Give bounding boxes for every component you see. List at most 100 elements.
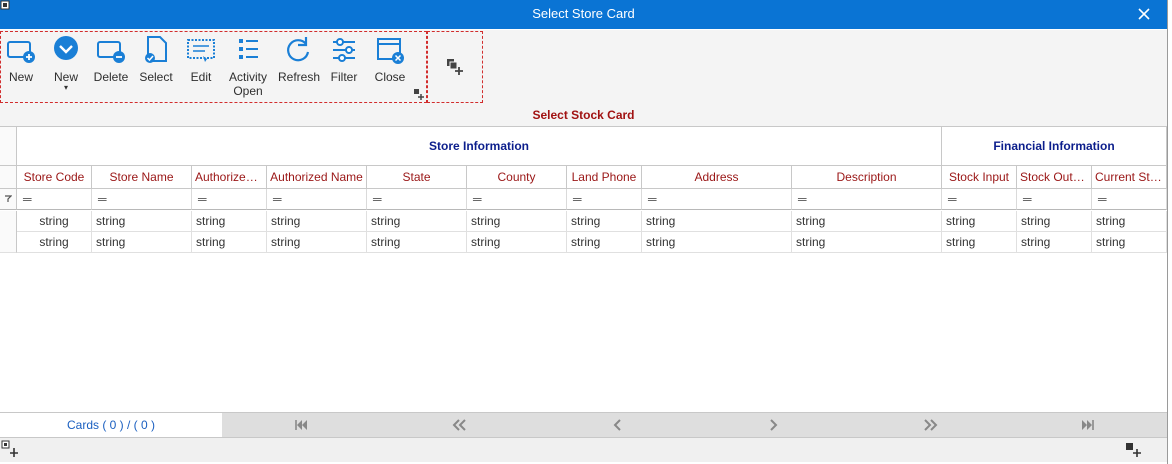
customize-icon[interactable] (413, 88, 425, 100)
grid-cell[interactable]: string (642, 211, 792, 232)
filter-button[interactable]: Filter (327, 34, 361, 84)
grid-cell[interactable]: string (1017, 232, 1092, 253)
grid-cell[interactable]: string (942, 211, 1017, 232)
filter-cell-land-phone[interactable]: ═ (567, 189, 642, 210)
window-title: Select Store Card (532, 6, 635, 21)
toolbar: New New ▾ Delete Select Edit Activity Op… (0, 30, 1167, 105)
column-header-land-phone[interactable]: Land Phone (567, 166, 642, 189)
grid-cell[interactable]: string (367, 232, 467, 253)
activity-open-label: Activity Open (228, 70, 267, 98)
first-record-icon[interactable] (293, 417, 309, 433)
grid-cell[interactable]: string (467, 211, 567, 232)
edit-button-label: Edit (190, 70, 212, 84)
grid-cell[interactable]: string (367, 211, 467, 232)
filter-cell-stock-output[interactable]: ═ (1017, 189, 1092, 210)
delete-button-label: Delete (93, 70, 129, 84)
grid-cell[interactable]: string (792, 232, 942, 253)
band-financial-information: Financial Information (942, 127, 1167, 166)
new-dropdown-button[interactable]: New ▾ (48, 34, 84, 92)
grid-cell[interactable]: string (92, 232, 192, 253)
add-group-icon[interactable] (446, 58, 464, 76)
select-button[interactable]: Select (138, 34, 174, 84)
grid-cell[interactable]: string (792, 211, 942, 232)
footer-navigator: Cards ( 0 ) / ( 0 ) (0, 412, 1167, 437)
column-header-stock-output[interactable]: Stock Output (1017, 166, 1092, 189)
next-record-icon[interactable] (766, 417, 782, 433)
select-button-label: Select (139, 70, 173, 84)
grid-cell[interactable]: string (942, 232, 1017, 253)
refresh-button[interactable]: Refresh (278, 34, 321, 84)
grid-cell[interactable]: string (567, 211, 642, 232)
grid-cell[interactable]: string (267, 211, 367, 232)
grid-cell[interactable]: string (192, 211, 267, 232)
layout-icon[interactable] (1, 440, 19, 458)
grid-cell[interactable]: string (467, 232, 567, 253)
column-header-store-code[interactable]: Store Code (17, 166, 92, 189)
grid-cell[interactable]: string (17, 211, 92, 232)
column-header-address[interactable]: Address (642, 166, 792, 189)
previous-page-icon[interactable] (451, 417, 467, 433)
column-header-authorized-name[interactable]: Authorized Name (267, 166, 367, 189)
column-header-state[interactable]: State (367, 166, 467, 189)
edit-screen-icon (187, 39, 215, 62)
filter-cell-description[interactable]: ═ (792, 189, 942, 210)
new-card-icon (7, 41, 35, 63)
window-right-edge (1167, 0, 1172, 464)
close-button-label: Close (374, 70, 406, 84)
new-dropdown-label: New (53, 70, 78, 84)
band-indicator (0, 127, 17, 166)
grid-cell[interactable]: string (1092, 232, 1167, 253)
delete-card-icon (97, 41, 125, 63)
filter-button-label: Filter (330, 70, 358, 84)
grid-cell[interactable]: string (17, 232, 92, 253)
refresh-button-label: Refresh (278, 70, 321, 84)
grid-cell[interactable]: string (1017, 211, 1092, 232)
previous-record-icon[interactable] (609, 417, 625, 433)
filter-cell-address[interactable]: ═ (642, 189, 792, 210)
grid-cell[interactable]: string (192, 232, 267, 253)
column-header-description[interactable]: Description (792, 166, 942, 189)
header-indicator (0, 166, 17, 189)
close-button[interactable]: Close (372, 34, 408, 84)
column-header-current-stock[interactable]: Current Stock (1092, 166, 1167, 189)
filter-cell-authorized-name[interactable]: ═ (267, 189, 367, 210)
column-header-authorized[interactable]: Authorized ... (192, 166, 267, 189)
select-doc-icon (145, 36, 167, 63)
new-button-label: New (8, 70, 33, 84)
filter-cell-stock-input[interactable]: ═ (942, 189, 1017, 210)
column-header-store-name[interactable]: Store Name (92, 166, 192, 189)
column-header-county[interactable]: County (467, 166, 567, 189)
grid-cell[interactable]: string (1092, 211, 1167, 232)
filter-cell-authorized[interactable]: ═ (192, 189, 267, 210)
last-record-icon[interactable] (1080, 417, 1096, 433)
close-window-icon (377, 38, 404, 64)
column-header-stock-input[interactable]: Stock Input (942, 166, 1017, 189)
new-button[interactable]: New (4, 34, 38, 84)
grid-cell[interactable]: string (642, 232, 792, 253)
status-bar (0, 437, 1167, 462)
grid-cell[interactable]: string (567, 232, 642, 253)
cards-count: Cards ( 0 ) / ( 0 ) (0, 413, 222, 437)
grid-cell[interactable]: string (92, 211, 192, 232)
row-indicator (0, 211, 17, 253)
grid-cell[interactable]: string (267, 232, 367, 253)
filter-cell-store-name[interactable]: ═ (92, 189, 192, 210)
grid-caption: Select Stock Card (0, 104, 1167, 127)
band-store-information: Store Information (17, 127, 942, 166)
filter-cell-state[interactable]: ═ (367, 189, 467, 210)
filter-cell-county[interactable]: ═ (467, 189, 567, 210)
close-icon[interactable] (1133, 3, 1155, 25)
activity-open-button[interactable]: Activity Open (226, 34, 270, 98)
filter-cell-store-code[interactable]: ═ (17, 189, 92, 210)
delete-button[interactable]: Delete (92, 34, 130, 84)
next-page-icon[interactable] (923, 417, 939, 433)
filter-row-indicator (0, 189, 17, 210)
add-item-icon[interactable] (1125, 442, 1141, 458)
filter-sliders-icon (333, 38, 355, 62)
chevron-down-icon: ▾ (63, 83, 68, 92)
edit-button[interactable]: Edit (184, 34, 218, 84)
title-bar: Select Store Card (0, 0, 1167, 29)
filter-cell-current-stock[interactable]: ═ (1092, 189, 1167, 210)
refresh-icon (287, 37, 310, 62)
list-icon (239, 39, 258, 59)
